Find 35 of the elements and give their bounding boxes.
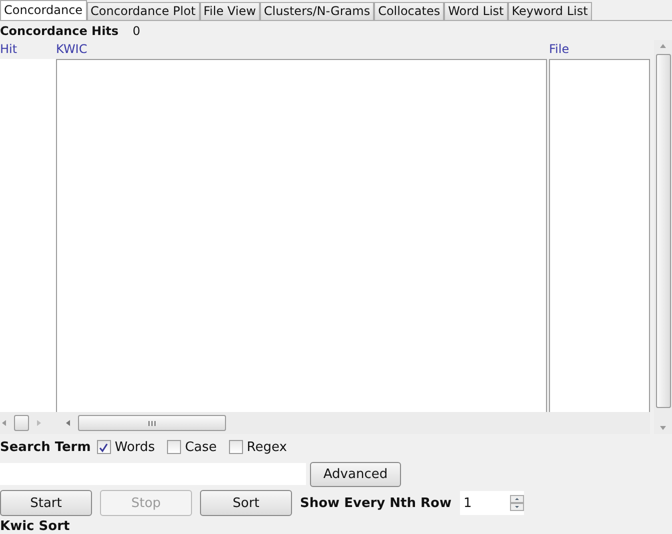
- scroll-thumb[interactable]: [78, 415, 226, 432]
- checkbox[interactable]: [228, 440, 243, 454]
- left-arrow-icon[interactable]: [64, 418, 72, 428]
- left-arrow-icon[interactable]: [0, 418, 8, 428]
- down-arrow-icon[interactable]: [658, 424, 668, 432]
- scroll-thumb[interactable]: [656, 54, 670, 408]
- checkbox[interactable]: [96, 440, 111, 454]
- search-term-label: Search Term: [0, 440, 91, 455]
- tab[interactable]: Clusters/N-Grams: [260, 2, 374, 20]
- column-header[interactable]: File: [549, 40, 650, 59]
- tab[interactable]: Concordance: [0, 0, 87, 20]
- grip-icon: [147, 420, 157, 427]
- advanced-button[interactable]: Advanced: [310, 462, 401, 487]
- checkbox-label[interactable]: Words: [114, 440, 155, 455]
- checkbox-label[interactable]: Regex: [246, 440, 287, 455]
- vertical-scrollbar[interactable]: [654, 40, 672, 434]
- action-button[interactable]: Start: [0, 490, 92, 516]
- hits-count: 0: [132, 24, 140, 38]
- tab[interactable]: Collocates: [374, 2, 444, 20]
- up-arrow-icon[interactable]: [658, 42, 668, 50]
- nth-row-spinbox[interactable]: 1: [460, 491, 524, 516]
- nth-row-label: Show Every Nth Row: [300, 496, 452, 511]
- action-button[interactable]: Sort: [200, 490, 292, 516]
- checkbox-label[interactable]: Case: [184, 440, 217, 455]
- column-header[interactable]: Hit: [0, 40, 56, 59]
- scroll-thumb[interactable]: [14, 415, 29, 432]
- tab[interactable]: Word List: [444, 2, 508, 20]
- checkbox[interactable]: [166, 440, 181, 454]
- column-header[interactable]: KWIC: [56, 40, 547, 59]
- tab[interactable]: Keyword List: [508, 2, 592, 20]
- right-arrow-icon[interactable]: [35, 418, 43, 428]
- kwic-sort-label: Kwic Sort: [0, 518, 70, 534]
- tab[interactable]: Concordance Plot: [86, 2, 200, 20]
- hits-label: Concordance Hits: [0, 24, 119, 38]
- tab[interactable]: File View: [200, 2, 260, 20]
